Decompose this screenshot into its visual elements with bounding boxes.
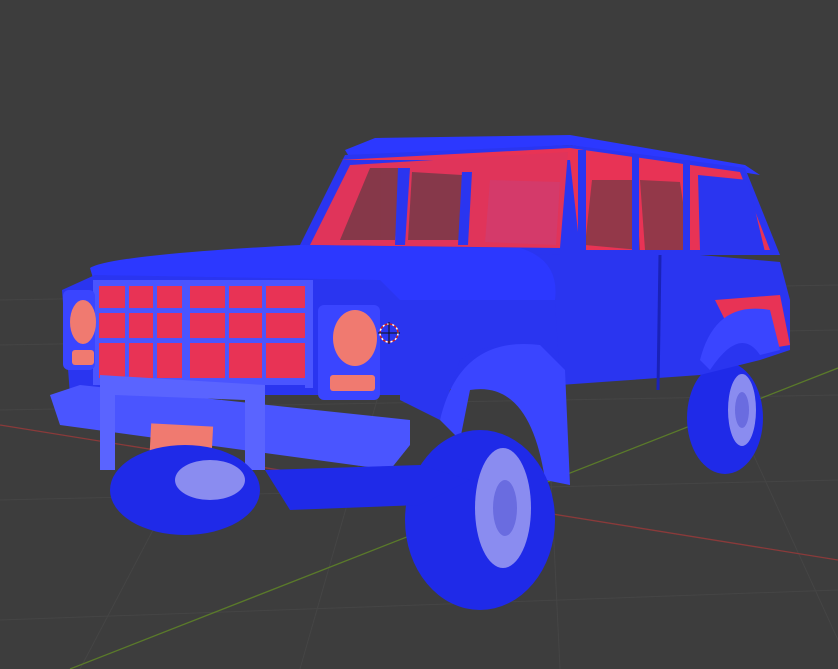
front-left-wheel[interactable] <box>110 445 260 535</box>
3d-viewport[interactable] <box>0 0 838 669</box>
truck-model[interactable] <box>50 135 790 610</box>
left-headlight <box>70 300 96 344</box>
right-headlight <box>333 310 377 366</box>
door-seam <box>656 254 662 391</box>
left-turn-signal <box>72 350 94 365</box>
front-right-wheel[interactable] <box>405 430 555 610</box>
viewport-scene[interactable] <box>0 0 838 669</box>
side-windows <box>585 175 765 252</box>
right-turn-signal <box>330 375 375 391</box>
grille <box>93 280 313 388</box>
rear-window-glass <box>485 180 560 245</box>
rear-wheel[interactable] <box>687 362 763 474</box>
